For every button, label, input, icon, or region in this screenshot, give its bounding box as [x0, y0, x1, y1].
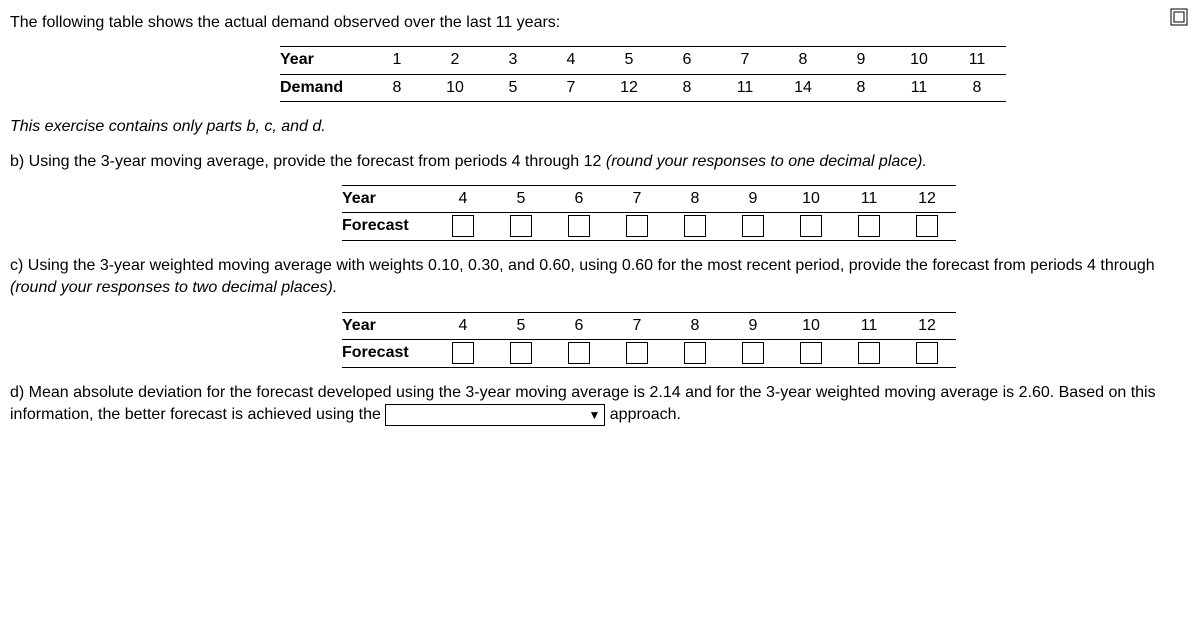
forecast-input[interactable] [626, 342, 648, 364]
demand-cell: 11 [890, 74, 948, 101]
demand-table: Year 1 2 3 4 5 6 7 8 9 10 11 Demand 8 10… [280, 46, 1006, 102]
part-b-lead: b) Using the 3-year moving average, prov… [10, 153, 606, 170]
demand-cell: 8 [368, 74, 426, 101]
year-cell: 7 [608, 312, 666, 339]
forecast-input[interactable] [800, 342, 822, 364]
year-label: Year [342, 312, 434, 339]
year-cell: 10 [782, 185, 840, 212]
year-cell: 8 [666, 185, 724, 212]
demand-cell: 8 [658, 74, 716, 101]
year-cell: 4 [434, 312, 492, 339]
year-cell: 9 [724, 185, 782, 212]
year-cell: 11 [840, 185, 898, 212]
demand-cell: 10 [426, 74, 484, 101]
part-b-table: Year 4 5 6 7 8 9 10 11 12 Forecast [342, 185, 956, 241]
year-label: Year [280, 47, 368, 74]
year-cell: 4 [542, 47, 600, 74]
year-cell: 6 [550, 312, 608, 339]
forecast-input[interactable] [510, 342, 532, 364]
part-d-text: d) Mean absolute deviation for the forec… [10, 382, 1190, 427]
year-cell: 9 [832, 47, 890, 74]
year-cell: 6 [658, 47, 716, 74]
chevron-down-icon: ▼ [588, 407, 600, 424]
year-cell: 5 [492, 185, 550, 212]
year-cell: 6 [550, 185, 608, 212]
demand-cell: 8 [948, 74, 1006, 101]
demand-cell: 11 [716, 74, 774, 101]
demand-label: Demand [280, 74, 368, 101]
year-cell: 3 [484, 47, 542, 74]
forecast-input[interactable] [742, 215, 764, 237]
forecast-label: Forecast [342, 340, 434, 368]
year-cell: 8 [774, 47, 832, 74]
part-c-line2: (round your responses to two decimal pla… [10, 279, 337, 296]
year-cell: 11 [948, 47, 1006, 74]
demand-cell: 14 [774, 74, 832, 101]
year-cell: 2 [426, 47, 484, 74]
year-cell: 7 [608, 185, 666, 212]
demand-cell: 7 [542, 74, 600, 101]
part-b-tail: (round your responses to one decimal pla… [606, 153, 927, 170]
forecast-input[interactable] [858, 342, 880, 364]
forecast-input[interactable] [742, 342, 764, 364]
forecast-input[interactable] [684, 342, 706, 364]
part-d-line2-lead: information, the better forecast is achi… [10, 406, 385, 423]
part-c-prompt: c) Using the 3-year weighted moving aver… [10, 255, 1190, 300]
part-c-line1: c) Using the 3-year weighted moving aver… [10, 257, 1155, 274]
year-cell: 8 [666, 312, 724, 339]
forecast-label: Forecast [342, 213, 434, 241]
fullscreen-icon[interactable] [1170, 8, 1188, 33]
intro-text: The following table shows the actual dem… [10, 12, 1190, 34]
year-cell: 12 [898, 185, 956, 212]
year-cell: 1 [368, 47, 426, 74]
demand-cell: 8 [832, 74, 890, 101]
forecast-input[interactable] [684, 215, 706, 237]
forecast-input[interactable] [510, 215, 532, 237]
part-d-line1: d) Mean absolute deviation for the forec… [10, 384, 1156, 401]
part-b-prompt: b) Using the 3-year moving average, prov… [10, 151, 1190, 173]
forecast-input[interactable] [568, 215, 590, 237]
forecast-input[interactable] [916, 215, 938, 237]
year-cell: 12 [898, 312, 956, 339]
forecast-input[interactable] [800, 215, 822, 237]
year-cell: 11 [840, 312, 898, 339]
forecast-input[interactable] [626, 215, 648, 237]
year-cell: 7 [716, 47, 774, 74]
year-label: Year [342, 185, 434, 212]
forecast-input[interactable] [858, 215, 880, 237]
exercise-note: This exercise contains only parts b, c, … [10, 116, 1190, 138]
approach-select[interactable]: ▼ [385, 404, 605, 426]
year-cell: 9 [724, 312, 782, 339]
part-c-table: Year 4 5 6 7 8 9 10 11 12 Forecast [342, 312, 956, 368]
part-d-line2-tail: approach. [610, 406, 681, 423]
demand-cell: 5 [484, 74, 542, 101]
year-cell: 10 [782, 312, 840, 339]
year-cell: 5 [600, 47, 658, 74]
year-cell: 10 [890, 47, 948, 74]
year-cell: 4 [434, 185, 492, 212]
forecast-input[interactable] [452, 215, 474, 237]
forecast-input[interactable] [916, 342, 938, 364]
forecast-input[interactable] [568, 342, 590, 364]
year-cell: 5 [492, 312, 550, 339]
forecast-input[interactable] [452, 342, 474, 364]
demand-cell: 12 [600, 74, 658, 101]
